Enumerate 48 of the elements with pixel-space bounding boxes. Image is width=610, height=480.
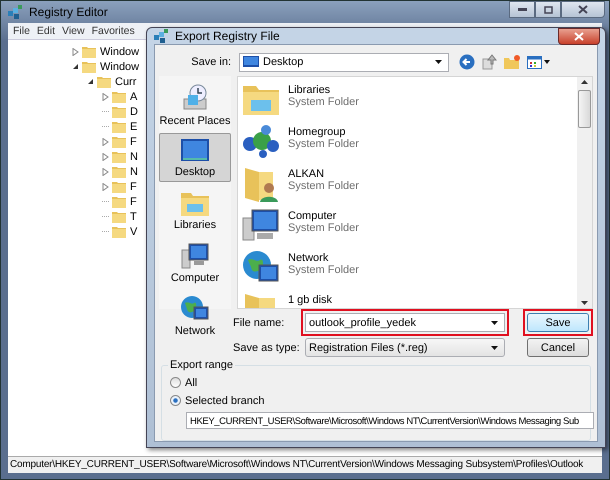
tree-item[interactable]: V — [129, 226, 138, 238]
tree-item[interactable]: E — [129, 120, 138, 132]
tree-item[interactable]: Curr — [114, 76, 136, 88]
radio-option[interactable]: Selected branch — [170, 394, 582, 407]
menu-item[interactable]: View — [62, 25, 85, 37]
places-item[interactable]: Desktop — [159, 133, 231, 182]
menu-item[interactable]: Favorites — [92, 25, 135, 37]
file-name[interactable]: 1 gb disk — [288, 294, 332, 306]
tree-item[interactable]: N — [129, 166, 138, 178]
places-item[interactable]: Libraries — [159, 184, 231, 235]
tree-item[interactable]: Window — [99, 46, 140, 58]
save-as-type-dropdown[interactable]: Registration Files (*.reg) — [305, 338, 505, 357]
file-name[interactable]: Libraries — [288, 84, 359, 96]
places-item[interactable]: Network — [159, 290, 231, 341]
file-type: System Folder — [288, 138, 359, 150]
tree-item[interactable]: F — [129, 196, 137, 208]
file-type: System Folder — [288, 96, 359, 108]
cancel-button[interactable]: Cancel — [527, 338, 589, 357]
menu-item[interactable]: File — [13, 25, 30, 37]
file-name[interactable]: Network — [288, 252, 359, 264]
file-name-field[interactable]: outlook_profile_yedek — [305, 313, 505, 332]
dialog-title: Export Registry File — [175, 29, 280, 43]
file-name[interactable]: Computer — [288, 210, 359, 222]
tree-item[interactable]: F — [129, 136, 137, 148]
radio-option[interactable]: All — [170, 376, 582, 389]
file-name[interactable]: Homegroup — [288, 126, 359, 138]
file-name[interactable]: ALKAN — [288, 168, 359, 180]
file-name-label: File name: — [232, 316, 286, 328]
tree-item[interactable]: T — [129, 210, 137, 222]
save-in-dropdown[interactable]: Desktop — [239, 52, 449, 72]
tree-item[interactable]: A — [129, 90, 138, 102]
tree-item[interactable]: Window — [99, 60, 140, 72]
menu-item[interactable]: Edit — [36, 25, 56, 37]
tree-item[interactable]: F — [129, 180, 137, 192]
tree-item[interactable]: D — [129, 106, 138, 118]
file-type: System Folder — [288, 264, 359, 276]
save-in-label: Save in: — [190, 56, 232, 68]
group-title: Export range — [168, 359, 235, 371]
file-type: System Folder — [288, 180, 359, 192]
tree-item[interactable]: N — [129, 150, 138, 162]
save-button[interactable]: Save — [527, 313, 589, 332]
file-type: System Folder — [288, 222, 359, 234]
window-title: Registry Editor — [29, 5, 108, 19]
places-item[interactable]: Recent Places — [159, 78, 231, 131]
branch-path-field[interactable]: HKEY_CURRENT_USER\Software\Microsoft\Windows NT\CurrentVersion\Windows Messaging Sub — [186, 412, 594, 429]
save-as-type-label: Save as type: — [232, 342, 301, 354]
status-bar: Computer\HKEY_CURRENT_USER\Software\Microsoft\Windows NT\CurrentVersion\Windows Messaging Subsystem\Profiles\Outlook — [8, 456, 602, 473]
places-item[interactable]: Computer — [159, 237, 231, 288]
